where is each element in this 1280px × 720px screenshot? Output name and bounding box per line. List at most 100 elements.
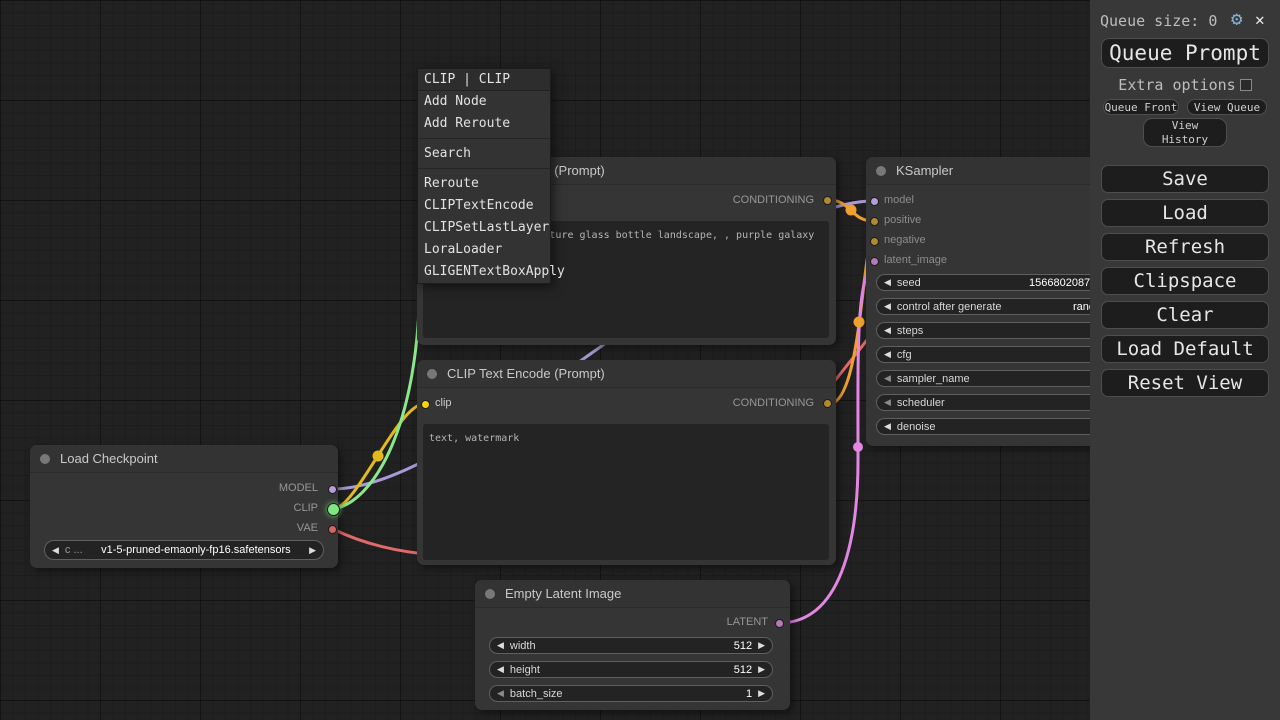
decrement-arrow-icon[interactable]: ◀ <box>497 640 504 651</box>
port-conditioning-output-dot[interactable] <box>823 196 832 205</box>
height-widget[interactable]: ◀ height 512 ▶ <box>489 661 773 678</box>
node-header[interactable]: Load Checkpoint <box>30 445 338 473</box>
extra-options-checkbox[interactable] <box>1240 79 1252 91</box>
decrement-arrow-icon[interactable]: ◀ <box>884 277 891 288</box>
queue-front-button[interactable]: Queue Front <box>1103 99 1179 115</box>
collapse-dot-icon[interactable] <box>427 369 437 379</box>
menu-item-clipsetlastlayer[interactable]: CLIPSetLastLayer <box>418 217 550 239</box>
decrement-arrow-icon[interactable]: ◀ <box>497 688 504 699</box>
output-label-conditioning: CONDITIONING <box>733 194 814 206</box>
output-label-latent: LATENT <box>727 616 768 628</box>
port-clip-output-dot-active[interactable] <box>327 503 340 516</box>
input-label-model: model <box>884 194 914 206</box>
queue-size-label: Queue size: 0 <box>1100 12 1217 30</box>
widget-label: steps <box>897 325 923 337</box>
menu-item-reroute[interactable]: Reroute <box>418 173 550 195</box>
load-button[interactable]: Load <box>1101 199 1269 227</box>
width-widget[interactable]: ◀ width 512 ▶ <box>489 637 773 654</box>
view-history-button[interactable]: View History <box>1143 118 1227 147</box>
increment-arrow-icon[interactable]: ▶ <box>758 664 765 675</box>
ckpt-name-widget[interactable]: ◀ c ... v1-5-pruned-emaonly-fp16.safeten… <box>44 540 324 560</box>
wire-clip-dragging <box>333 272 420 509</box>
input-label-positive: positive <box>884 214 921 226</box>
widget-label: height <box>510 664 540 676</box>
port-conditioning-output-dot[interactable] <box>823 399 832 408</box>
view-queue-button[interactable]: View Queue <box>1187 99 1267 115</box>
close-icon[interactable]: ✕ <box>1255 10 1265 29</box>
widget-label: width <box>510 640 536 652</box>
settings-gear-icon[interactable]: ⚙ <box>1231 8 1242 30</box>
save-button[interactable]: Save <box>1101 165 1269 193</box>
increment-arrow-icon[interactable]: ▶ <box>309 545 316 556</box>
node-clip-text-encode-negative[interactable]: CLIP Text Encode (Prompt) clip CONDITION… <box>417 360 836 565</box>
widget-value: 512 <box>734 664 752 676</box>
port-model-output-dot[interactable] <box>328 485 337 494</box>
menu-item-add-node[interactable]: Add Node <box>418 91 550 113</box>
decrement-arrow-icon[interactable]: ◀ <box>884 325 891 336</box>
port-positive-input-dot[interactable] <box>870 217 879 226</box>
link-dot-conditioning-positive <box>846 205 857 216</box>
port-negative-input-dot[interactable] <box>870 237 879 246</box>
increment-arrow-icon[interactable]: ▶ <box>758 640 765 651</box>
node-load-checkpoint[interactable]: Load Checkpoint MODEL CLIP VAE ◀ c ... v… <box>30 445 338 568</box>
menu-item-add-reroute[interactable]: Add Reroute <box>418 113 550 135</box>
decrement-arrow-icon[interactable]: ◀ <box>884 373 891 384</box>
reset-view-button[interactable]: Reset View <box>1101 369 1269 397</box>
link-dot-conditioning-negative <box>854 317 865 328</box>
input-label-clip: clip <box>435 397 452 409</box>
widget-label: cfg <box>897 349 912 361</box>
widget-value: 512 <box>734 640 752 652</box>
widget-label: sampler_name <box>897 373 970 385</box>
decrement-arrow-icon[interactable]: ◀ <box>884 421 891 432</box>
node-graph-canvas[interactable]: CLIP Text Encode (Prompt) CONDITIONING b… <box>0 0 1280 720</box>
node-empty-latent-image[interactable]: Empty Latent Image LATENT ◀ width 512 ▶ … <box>475 580 790 710</box>
link-dot-clip <box>373 451 384 462</box>
input-label-negative: negative <box>884 234 926 246</box>
collapse-dot-icon[interactable] <box>876 166 886 176</box>
prompt-textarea[interactable]: text, watermark <box>423 424 829 560</box>
widget-value: 1 <box>746 688 752 700</box>
port-model-input-dot[interactable] <box>870 197 879 206</box>
port-latent-output-dot[interactable] <box>775 619 784 628</box>
output-label-model: MODEL <box>279 482 318 494</box>
menu-separator <box>418 165 550 169</box>
view-history-line1: View <box>1172 119 1199 133</box>
batch-size-widget[interactable]: ◀ batch_size 1 ▶ <box>489 685 773 702</box>
node-title: Empty Latent Image <box>505 586 621 601</box>
refresh-button[interactable]: Refresh <box>1101 233 1269 261</box>
menu-sidebar: Queue size: 0 ⚙ ✕ Queue Prompt Extra opt… <box>1090 0 1280 720</box>
node-title: CLIP Text Encode (Prompt) <box>447 366 605 381</box>
input-label-latent-image: latent_image <box>884 254 947 266</box>
widget-label: seed <box>897 277 921 289</box>
port-vae-output-dot[interactable] <box>328 525 337 534</box>
decrement-arrow-icon[interactable]: ◀ <box>52 545 59 556</box>
clipspace-button[interactable]: Clipspace <box>1101 267 1269 295</box>
node-title: KSampler <box>896 163 953 178</box>
collapse-dot-icon[interactable] <box>40 454 50 464</box>
queue-prompt-button[interactable]: Queue Prompt <box>1101 38 1269 68</box>
widget-value: 1566802087 <box>1029 277 1090 289</box>
increment-arrow-icon[interactable]: ▶ <box>758 688 765 699</box>
load-default-button[interactable]: Load Default <box>1101 335 1269 363</box>
context-menu: CLIP | CLIP Add Node Add Reroute Search … <box>417 68 551 284</box>
menu-item-loraloader[interactable]: LoraLoader <box>418 239 550 261</box>
decrement-arrow-icon[interactable]: ◀ <box>884 301 891 312</box>
decrement-arrow-icon[interactable]: ◀ <box>884 397 891 408</box>
node-title: Load Checkpoint <box>60 451 158 466</box>
port-latent-image-input-dot[interactable] <box>870 257 879 266</box>
menu-separator <box>418 135 550 139</box>
menu-item-search[interactable]: Search <box>418 143 550 165</box>
collapse-dot-icon[interactable] <box>485 589 495 599</box>
menu-item-gligentextboxapply[interactable]: GLIGENTextBoxApply <box>418 261 550 283</box>
node-header[interactable]: CLIP Text Encode (Prompt) <box>417 360 836 388</box>
node-header[interactable]: Empty Latent Image <box>475 580 790 608</box>
decrement-arrow-icon[interactable]: ◀ <box>497 664 504 675</box>
widget-label: scheduler <box>897 397 945 409</box>
link-dot-latent <box>853 442 863 452</box>
clear-button[interactable]: Clear <box>1101 301 1269 329</box>
view-history-line2: History <box>1162 133 1208 147</box>
port-clip-input-dot[interactable] <box>421 400 430 409</box>
decrement-arrow-icon[interactable]: ◀ <box>884 349 891 360</box>
menu-item-cliptextencode[interactable]: CLIPTextEncode <box>418 195 550 217</box>
extra-options-row: Extra options <box>1090 76 1280 94</box>
